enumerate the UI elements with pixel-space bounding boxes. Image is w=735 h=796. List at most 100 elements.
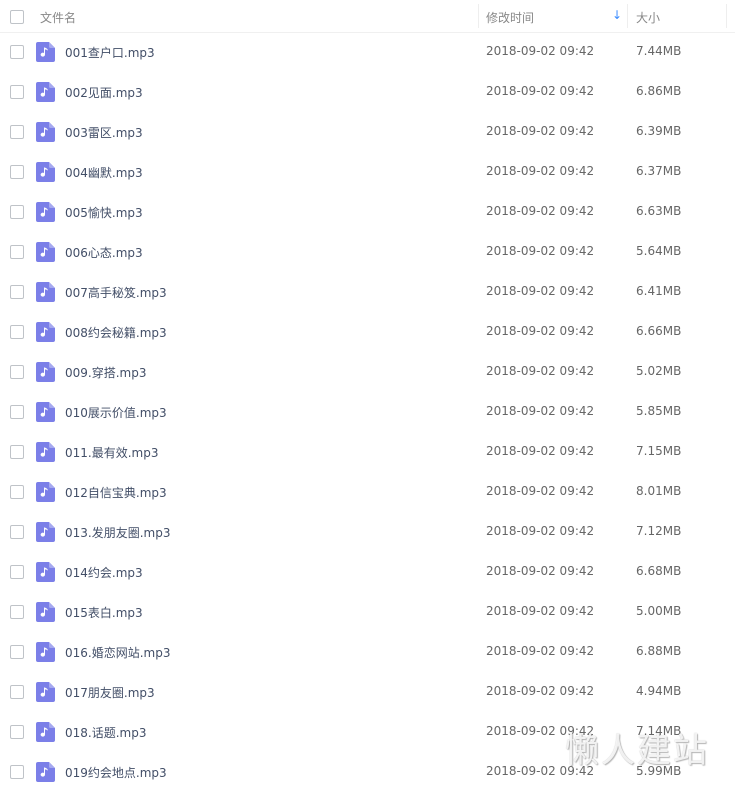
file-name[interactable]: 016.婚恋网站.mp3	[65, 644, 170, 661]
select-all-checkbox[interactable]	[10, 10, 24, 24]
file-size: 6.63MB	[636, 204, 682, 218]
file-size: 5.00MB	[636, 604, 682, 618]
table-row[interactable]: 004幽默.mp3 2018-09-02 09:42 6.37MB	[0, 152, 735, 192]
file-size: 6.86MB	[636, 84, 682, 98]
table-row[interactable]: 011.最有效.mp3 2018-09-02 09:42 7.15MB	[0, 432, 735, 472]
modified-time: 2018-09-02 09:42	[486, 244, 595, 258]
table-row[interactable]: 014约会.mp3 2018-09-02 09:42 6.68MB	[0, 552, 735, 592]
row-checkbox[interactable]	[10, 165, 24, 179]
file-name[interactable]: 007高手秘笈.mp3	[65, 284, 167, 301]
file-name[interactable]: 009.穿搭.mp3	[65, 364, 146, 381]
music-file-icon	[36, 522, 55, 542]
table-row[interactable]: 007高手秘笈.mp3 2018-09-02 09:42 6.41MB	[0, 272, 735, 312]
modified-time: 2018-09-02 09:42	[486, 644, 595, 658]
file-name[interactable]: 001查户口.mp3	[65, 44, 155, 61]
modified-time: 2018-09-02 09:42	[486, 764, 595, 778]
file-name[interactable]: 019约会地点.mp3	[65, 764, 167, 781]
table-header: 文件名 修改时间 ↓ 大小	[0, 0, 735, 33]
table-row[interactable]: 002见面.mp3 2018-09-02 09:42 6.86MB	[0, 72, 735, 112]
modified-time: 2018-09-02 09:42	[486, 604, 595, 618]
music-file-icon	[36, 722, 55, 742]
row-checkbox[interactable]	[10, 725, 24, 739]
music-file-icon	[36, 682, 55, 702]
file-name[interactable]: 006心态.mp3	[65, 244, 143, 261]
file-size: 6.88MB	[636, 644, 682, 658]
file-size: 6.39MB	[636, 124, 682, 138]
row-checkbox[interactable]	[10, 405, 24, 419]
modified-time: 2018-09-02 09:42	[486, 84, 595, 98]
row-checkbox[interactable]	[10, 765, 24, 779]
table-row[interactable]: 017朋友圈.mp3 2018-09-02 09:42 4.94MB	[0, 672, 735, 712]
table-row[interactable]: 005愉快.mp3 2018-09-02 09:42 6.63MB	[0, 192, 735, 232]
row-checkbox[interactable]	[10, 325, 24, 339]
file-size: 4.94MB	[636, 684, 682, 698]
file-name[interactable]: 002见面.mp3	[65, 84, 143, 101]
file-size: 5.99MB	[636, 764, 682, 778]
row-checkbox[interactable]	[10, 285, 24, 299]
row-checkbox[interactable]	[10, 485, 24, 499]
modified-time: 2018-09-02 09:42	[486, 404, 595, 418]
table-row[interactable]: 008约会秘籍.mp3 2018-09-02 09:42 6.66MB	[0, 312, 735, 352]
row-checkbox[interactable]	[10, 45, 24, 59]
file-size: 7.44MB	[636, 44, 682, 58]
table-row[interactable]: 009.穿搭.mp3 2018-09-02 09:42 5.02MB	[0, 352, 735, 392]
modified-time: 2018-09-02 09:42	[486, 724, 595, 738]
file-name[interactable]: 018.话题.mp3	[65, 724, 146, 741]
row-checkbox[interactable]	[10, 125, 24, 139]
row-checkbox[interactable]	[10, 685, 24, 699]
music-file-icon	[36, 122, 55, 142]
modified-time: 2018-09-02 09:42	[486, 364, 595, 378]
column-header-size[interactable]: 大小	[636, 9, 660, 26]
table-row[interactable]: 001查户口.mp3 2018-09-02 09:42 7.44MB	[0, 32, 735, 72]
music-file-icon	[36, 282, 55, 302]
music-file-icon	[36, 322, 55, 342]
column-divider[interactable]	[726, 4, 727, 28]
music-file-icon	[36, 362, 55, 382]
file-name[interactable]: 008约会秘籍.mp3	[65, 324, 167, 341]
table-row[interactable]: 015表白.mp3 2018-09-02 09:42 5.00MB	[0, 592, 735, 632]
file-name[interactable]: 004幽默.mp3	[65, 164, 143, 181]
file-size: 8.01MB	[636, 484, 682, 498]
row-checkbox[interactable]	[10, 605, 24, 619]
sort-down-arrow-icon[interactable]: ↓	[612, 8, 622, 22]
music-file-icon	[36, 242, 55, 262]
music-file-icon	[36, 442, 55, 462]
column-divider[interactable]	[478, 4, 479, 28]
row-checkbox[interactable]	[10, 445, 24, 459]
row-checkbox[interactable]	[10, 645, 24, 659]
table-row[interactable]: 003雷区.mp3 2018-09-02 09:42 6.39MB	[0, 112, 735, 152]
column-divider[interactable]	[627, 4, 628, 28]
table-row[interactable]: 012自信宝典.mp3 2018-09-02 09:42 8.01MB	[0, 472, 735, 512]
file-name[interactable]: 014约会.mp3	[65, 564, 143, 581]
column-header-filename[interactable]: 文件名	[40, 9, 76, 26]
column-header-modified-time[interactable]: 修改时间	[486, 9, 534, 26]
file-name[interactable]: 003雷区.mp3	[65, 124, 143, 141]
table-row[interactable]: 016.婚恋网站.mp3 2018-09-02 09:42 6.88MB	[0, 632, 735, 672]
row-checkbox[interactable]	[10, 565, 24, 579]
row-checkbox[interactable]	[10, 365, 24, 379]
file-size: 5.85MB	[636, 404, 682, 418]
row-checkbox[interactable]	[10, 525, 24, 539]
row-checkbox[interactable]	[10, 85, 24, 99]
music-file-icon	[36, 202, 55, 222]
file-size: 6.66MB	[636, 324, 682, 338]
table-row[interactable]: 019约会地点.mp3 2018-09-02 09:42 5.99MB	[0, 752, 735, 792]
modified-time: 2018-09-02 09:42	[486, 124, 595, 138]
modified-time: 2018-09-02 09:42	[486, 484, 595, 498]
table-row[interactable]: 010展示价值.mp3 2018-09-02 09:42 5.85MB	[0, 392, 735, 432]
file-name[interactable]: 010展示价值.mp3	[65, 404, 167, 421]
file-name[interactable]: 017朋友圈.mp3	[65, 684, 155, 701]
row-checkbox[interactable]	[10, 205, 24, 219]
table-row[interactable]: 018.话题.mp3 2018-09-02 09:42 7.14MB	[0, 712, 735, 752]
music-file-icon	[36, 762, 55, 782]
file-name[interactable]: 013.发朋友圈.mp3	[65, 524, 170, 541]
file-name[interactable]: 015表白.mp3	[65, 604, 143, 621]
modified-time: 2018-09-02 09:42	[486, 684, 595, 698]
table-row[interactable]: 006心态.mp3 2018-09-02 09:42 5.64MB	[0, 232, 735, 272]
file-name[interactable]: 005愉快.mp3	[65, 204, 143, 221]
row-checkbox[interactable]	[10, 245, 24, 259]
file-name[interactable]: 012自信宝典.mp3	[65, 484, 167, 501]
table-row[interactable]: 013.发朋友圈.mp3 2018-09-02 09:42 7.12MB	[0, 512, 735, 552]
file-name[interactable]: 011.最有效.mp3	[65, 444, 158, 461]
modified-time: 2018-09-02 09:42	[486, 444, 595, 458]
